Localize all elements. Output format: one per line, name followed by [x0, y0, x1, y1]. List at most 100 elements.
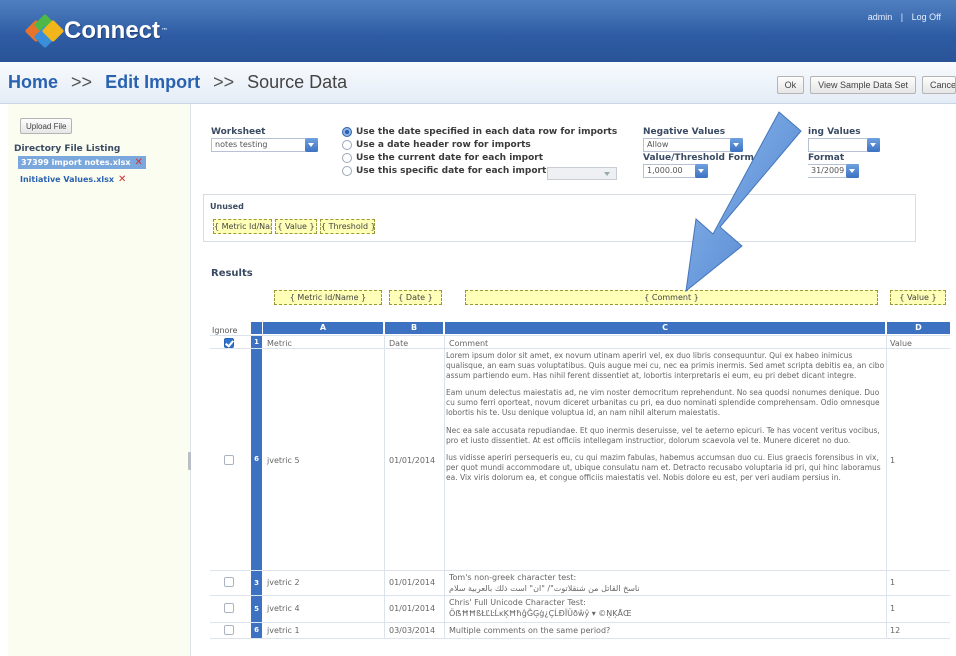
metric-cell: jvetric 1: [267, 626, 300, 635]
row-divider: [210, 595, 950, 596]
worksheet-select-value: notes testing: [215, 140, 268, 149]
column-tag-comment[interactable]: { Comment }: [465, 290, 878, 305]
chevron-down-icon: [305, 138, 318, 152]
page-title: Source Data: [247, 72, 348, 92]
column-divider: [886, 335, 887, 638]
logout-link[interactable]: Log Off: [912, 12, 941, 22]
app-name: Connect: [64, 17, 160, 44]
row-number: 1: [251, 336, 262, 348]
metric-cell: jvetric 2: [267, 578, 300, 587]
app-header: Connect ™ admin | Log Off: [0, 0, 956, 62]
specific-date-select[interactable]: [547, 167, 617, 180]
row-divider: [210, 638, 950, 639]
date-header-cell: Date: [389, 339, 409, 348]
directory-file-listing-label: Directory File Listing: [14, 144, 121, 154]
value-threshold-format-select[interactable]: 1,000.00: [643, 164, 708, 178]
ignore-row-checkbox[interactable]: [224, 625, 234, 635]
view-sample-data-button[interactable]: View Sample Data Set: [810, 76, 916, 94]
ok-button[interactable]: Ok: [776, 76, 805, 94]
connect-logo-icon: [24, 13, 65, 49]
upload-file-button[interactable]: Upload File: [20, 118, 73, 134]
file-name: Initiative Values.xlsx: [20, 175, 115, 184]
date-cell: 01/01/2014: [389, 604, 436, 613]
date-option-row-header[interactable]: Use a date header row for imports: [342, 140, 531, 150]
comment-paragraph: Ius vidisse aperiri persequeris eu, cu q…: [446, 453, 881, 482]
unused-tag-value[interactable]: { Value }: [275, 219, 317, 234]
comment-line: ناسخ القاتل من شنقلاتوت"/ "ان" است ذلك ب…: [449, 584, 640, 593]
user-name-link[interactable]: admin: [868, 12, 893, 22]
missing-values-select[interactable]: [808, 138, 880, 152]
delete-file-icon[interactable]: ✕: [118, 174, 126, 185]
ignore-column-label: Ignore: [212, 326, 238, 335]
comment-line: Multiple comments on the same period?: [449, 626, 611, 635]
radio-date-header-row[interactable]: [342, 140, 352, 150]
date-format-select[interactable]: 31/2009: [808, 164, 859, 178]
column-tag-metric[interactable]: { Metric Id/Name }: [274, 290, 382, 305]
app-logo[interactable]: Connect ™: [24, 13, 168, 49]
unused-tag-threshold[interactable]: { Threshold }: [320, 219, 375, 234]
value-cell: 12: [890, 626, 901, 635]
file-item-initiative-values[interactable]: Initiative Values.xlsx ✕: [20, 174, 126, 185]
user-link-separator: |: [900, 12, 904, 22]
ignore-row-checkbox[interactable]: [224, 577, 234, 587]
ignore-all-checkbox[interactable]: [224, 338, 234, 348]
sidebar-resize-handle[interactable]: [188, 452, 191, 470]
date-option-label: Use the date specified in each data row …: [356, 127, 618, 137]
title-bar: Home >> Edit Import >> Source Data Ok Vi…: [0, 62, 956, 104]
date-format-value: 31/2009: [811, 166, 845, 175]
worksheet-label: Worksheet: [211, 127, 266, 137]
worksheet-select[interactable]: notes testing: [211, 138, 318, 152]
comment-paragraph: Lorem ipsum dolor sit amet, ex novum uti…: [446, 351, 885, 380]
radio-specific-date[interactable]: [342, 166, 352, 176]
date-option-row-specific[interactable]: Use this specific date for each import:: [342, 166, 550, 176]
row-divider: [210, 335, 950, 336]
value-threshold-format-label: Value/Threshold Form: [643, 153, 754, 163]
metric-header-cell: Metric: [267, 339, 292, 348]
metric-cell: jvetric 4: [267, 604, 300, 613]
column-tag-value[interactable]: { Value }: [890, 290, 946, 305]
row-number: 6: [251, 349, 262, 570]
file-name: 37399 import notes.xlsx: [21, 158, 131, 167]
column-header-b: B: [385, 322, 443, 334]
date-option-label: Use this specific date for each import:: [356, 166, 550, 176]
comment-paragraph: Eam unum delectus maiestatis ad, ne vim …: [446, 388, 880, 417]
column-header-c: C: [445, 322, 885, 334]
unused-columns-box: Unused { Metric Id/Name } { Value } { Th…: [203, 194, 916, 242]
ignore-row-checkbox[interactable]: [224, 455, 234, 465]
row-divider: [210, 348, 950, 349]
column-tag-date[interactable]: { Date }: [389, 290, 442, 305]
row-divider: [210, 570, 950, 571]
date-cell: 01/01/2014: [389, 456, 436, 465]
value-format-value: 1,000.00: [647, 166, 683, 175]
missing-values-label: ing Values: [808, 127, 861, 137]
date-option-row-data[interactable]: Use the date specified in each data row …: [342, 127, 617, 137]
radio-date-in-row[interactable]: [342, 127, 352, 137]
comment-line: ÖẞĦĦßŁĽĿĹĸĶĦħĝĞĢġ¿ÇĹĐÏÜðŵŷ ▾ ©ŅĶĀŒ: [449, 609, 632, 618]
row-divider: [210, 622, 950, 623]
date-cell: 03/03/2014: [389, 626, 436, 635]
unused-tag-metric[interactable]: { Metric Id/Name }: [213, 219, 272, 234]
cancel-button[interactable]: Cancel: [922, 76, 956, 94]
row-number: 3: [251, 571, 262, 595]
delete-file-icon[interactable]: ✕: [135, 157, 143, 168]
comment-line: Chris' Full Unicode Character Test:: [449, 598, 586, 607]
file-item-37399-import-notes[interactable]: 37399 import notes.xlsx ✕: [18, 156, 146, 169]
radio-current-date[interactable]: [342, 153, 352, 163]
chevron-down-icon: [695, 164, 708, 178]
comment-paragraph: Nec ea sale accusata repudiandae. Et quo…: [446, 425, 880, 445]
row-number: 6: [251, 623, 262, 638]
chevron-down-icon: [730, 138, 743, 152]
date-option-row-current[interactable]: Use the current date for each import: [342, 153, 543, 163]
ignore-row-checkbox[interactable]: [224, 603, 234, 613]
column-divider: [384, 335, 385, 638]
comment-header-cell: Comment: [449, 339, 489, 348]
negative-values-label: Negative Values: [643, 127, 726, 137]
breadcrumb: Home >> Edit Import >> Source Data: [8, 72, 347, 93]
comment-cell: Lorem ipsum dolor sit amet, ex novum uti…: [446, 351, 886, 491]
breadcrumb-home[interactable]: Home: [8, 72, 58, 92]
breadcrumb-edit-import[interactable]: Edit Import: [105, 72, 200, 92]
column-header-a: A: [263, 322, 383, 334]
negative-values-select[interactable]: Allow: [643, 138, 743, 152]
chevron-down-icon: [867, 138, 880, 152]
comment-line: Tom's non-greek character test:: [449, 573, 577, 582]
